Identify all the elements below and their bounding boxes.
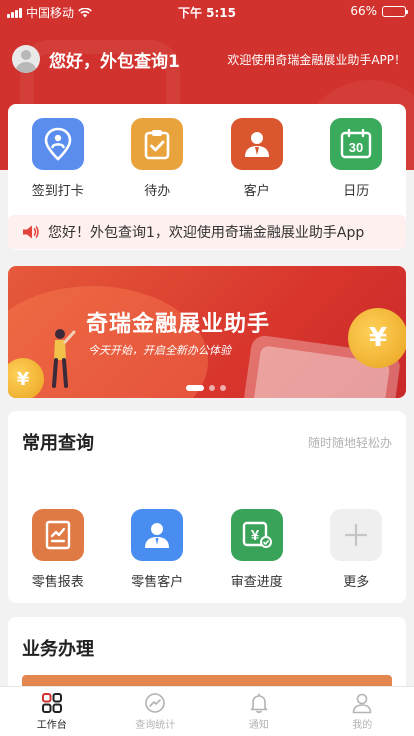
calendar-day: 30	[349, 140, 363, 155]
shortcut-todo[interactable]: 待办	[117, 118, 197, 199]
shortcut-label: 待办	[144, 184, 171, 199]
location-pin-icon	[31, 118, 84, 170]
tab-notifications[interactable]: 通知	[207, 687, 311, 736]
query-review-progress[interactable]: ¥ 审查进度	[217, 509, 297, 590]
stats-gauge-icon	[145, 693, 166, 713]
speaker-icon	[23, 225, 39, 239]
avatar[interactable]	[12, 45, 40, 73]
tab-label: 我的	[352, 720, 373, 731]
tab-label: 工作台	[36, 720, 67, 731]
clipboard-check-icon	[131, 118, 184, 170]
person-icon	[230, 118, 283, 170]
query-retail-customer[interactable]: 零售客户	[117, 509, 197, 590]
section-title: 业务办理	[22, 639, 94, 660]
tab-query-stats[interactable]: 查询统计	[104, 687, 208, 736]
battery-percent: 66%	[350, 4, 377, 18]
report-chart-icon	[31, 509, 84, 561]
banner-subtitle: 今天开始，开启全新办公体验	[88, 344, 231, 357]
greeting-text: 您好，外包查询1	[49, 51, 180, 72]
shortcut-label: 日历	[343, 184, 370, 199]
common-query-card: 常用查询 随时随地轻松办 零售报表 零售客户 ¥ 审查进度 更多	[8, 411, 406, 603]
tab-workbench[interactable]: 工作台	[0, 687, 104, 736]
section-subtitle: 随时随地轻松办	[307, 435, 392, 450]
section-title: 常用查询	[22, 433, 94, 454]
shortcut-customer[interactable]: 客户	[217, 118, 297, 199]
person-illustration	[52, 329, 76, 388]
shortcut-checkin[interactable]: 签到打卡	[18, 118, 98, 199]
review-progress-icon: ¥	[230, 509, 283, 561]
query-label: 零售客户	[131, 575, 184, 590]
battery-icon	[382, 5, 408, 17]
coin-illustration: ¥	[348, 308, 406, 368]
carousel-dot[interactable]	[220, 385, 226, 391]
svg-text:¥: ¥	[251, 527, 260, 544]
query-label: 更多	[343, 575, 370, 590]
notice-text: 您好！外包查询1，欢迎使用奇瑞金融展业助手App	[48, 225, 365, 241]
tab-label: 通知	[248, 720, 269, 731]
user-profile-icon	[352, 693, 372, 714]
promo-banner[interactable]: ¥ ¥ 奇瑞金融展业助手 今天开始，开启全新办公体验	[8, 266, 406, 398]
shortcut-label: 签到打卡	[31, 184, 84, 199]
status-bar: 中国移动 下午 5:15 66%	[0, 0, 414, 22]
tab-label: 查询统计	[135, 720, 176, 731]
tab-mine[interactable]: 我的	[311, 687, 414, 736]
plus-icon	[330, 509, 383, 561]
greeting-row: 您好，外包查询1 欢迎使用奇瑞金融展业助手APP！	[12, 44, 406, 74]
banner-title: 奇瑞金融展业助手	[86, 312, 271, 337]
bell-icon	[250, 693, 268, 714]
query-label: 零售报表	[31, 575, 84, 590]
shortcut-calendar[interactable]: 30 日历	[316, 118, 396, 199]
shortcut-label: 客户	[243, 184, 270, 199]
carousel-indicator[interactable]	[186, 385, 226, 391]
query-label: 审查进度	[230, 575, 283, 590]
bottom-tab-bar: 工作台 查询统计 通知 我的	[0, 686, 414, 736]
notice-bar[interactable]: 您好！外包查询1，欢迎使用奇瑞金融展业助手App	[8, 215, 406, 249]
query-retail-report[interactable]: 零售报表	[18, 509, 98, 590]
coin-illustration: ¥	[8, 358, 44, 398]
grid-apps-icon	[41, 693, 62, 713]
carousel-dot-active[interactable]	[186, 385, 204, 391]
query-more[interactable]: 更多	[316, 509, 396, 590]
calendar-icon: 30	[330, 118, 383, 170]
carousel-dot[interactable]	[209, 385, 215, 391]
customer-icon	[131, 509, 184, 561]
welcome-marquee: 欢迎使用奇瑞金融展业助手APP！	[227, 52, 406, 67]
